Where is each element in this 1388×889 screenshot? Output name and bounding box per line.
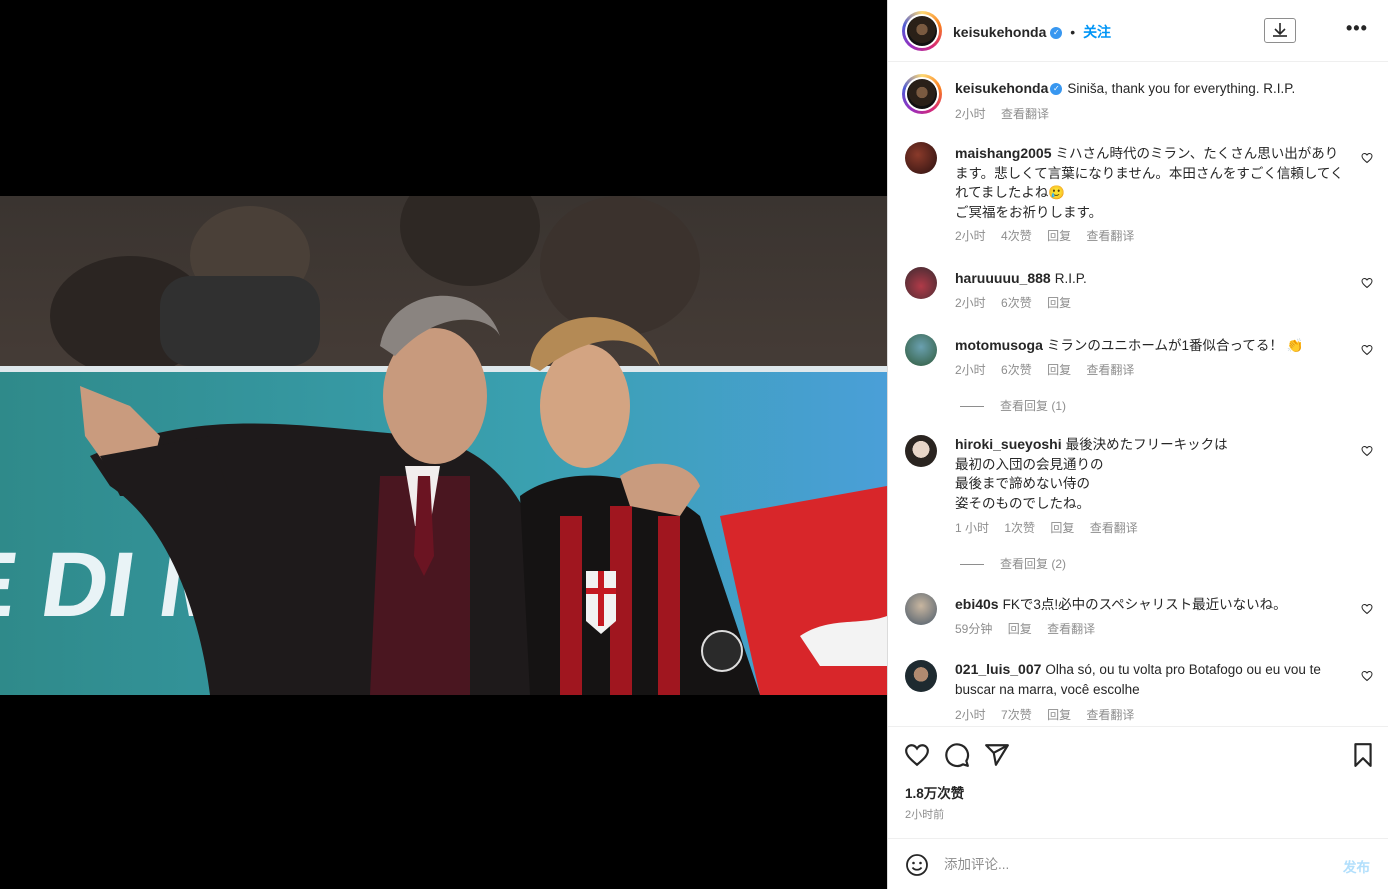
heart-icon[interactable] (1361, 344, 1373, 356)
post-header: keisukehonda ✓ • 关注 ••• (888, 0, 1388, 62)
comment-translate[interactable]: 查看翻译 (1086, 229, 1134, 243)
comment-avatar[interactable] (905, 660, 937, 692)
like-count[interactable]: 1.8万次赞 (905, 782, 964, 802)
comments-list[interactable]: keisukehonda ✓ Siniša, thank you for every… (888, 62, 1388, 726)
emoji-icon[interactable] (905, 853, 929, 877)
caption-translate[interactable]: 查看翻译 (1001, 107, 1049, 121)
comment-reply[interactable]: 回复 (1008, 622, 1032, 636)
comment-likes[interactable]: 1次赞 (1004, 521, 1035, 535)
comment-username[interactable]: motomusoga (955, 337, 1043, 353)
post-comment-button[interactable]: 发布 (1343, 856, 1370, 876)
heart-icon[interactable] (1361, 152, 1373, 164)
comment-time: 59分钟 (955, 622, 993, 636)
heart-icon[interactable] (1361, 445, 1373, 457)
caption-username[interactable]: keisukehonda (955, 80, 1048, 96)
verified-icon: ✓ (1050, 27, 1063, 40)
more-icon[interactable]: ••• (1346, 18, 1368, 39)
caption-avatar[interactable] (902, 74, 942, 114)
heart-icon[interactable] (1361, 670, 1373, 682)
bookmark-icon[interactable] (1350, 742, 1376, 768)
heart-icon[interactable] (1361, 277, 1373, 289)
comment-likes[interactable]: 7次赞 (1001, 708, 1032, 722)
comment-composer: 发布 (888, 838, 1388, 889)
comment-username[interactable]: ebi40s (955, 596, 999, 612)
post-actions: 1.8万次赞 2小时前 (888, 726, 1388, 838)
dot-separator: • (1070, 24, 1076, 40)
post-photo[interactable]: E DI MILAN (0, 196, 887, 695)
comment-translate[interactable]: 查看翻译 (1090, 521, 1138, 535)
comment-avatar[interactable] (905, 142, 937, 174)
heart-icon[interactable] (1361, 603, 1373, 615)
comment-likes[interactable]: 6次赞 (1001, 296, 1032, 310)
comment-reply[interactable]: 回复 (1047, 229, 1071, 243)
author-avatar[interactable] (902, 11, 942, 51)
comment-reply[interactable]: 回复 (1047, 708, 1071, 722)
caption-text: Siniša, thank you for everything. R.I.P. (1067, 81, 1296, 96)
post-photo-illustration: E DI MILAN (0, 196, 887, 695)
comment-time: 2小时 (955, 296, 986, 310)
caption-time: 2小时 (955, 107, 986, 121)
post-time: 2小时前 (905, 809, 945, 821)
comment-username[interactable]: 021_luis_007 (955, 661, 1041, 677)
comment-time: 1 小时 (955, 521, 990, 535)
comment-likes[interactable]: 6次赞 (1001, 363, 1032, 377)
post-media-area: E DI MILAN (0, 0, 887, 889)
comment-avatar[interactable] (905, 334, 937, 366)
author-username[interactable]: keisukehonda (953, 24, 1046, 40)
comment-reply[interactable]: 回复 (1047, 363, 1071, 377)
comment-username[interactable]: hiroki_sueyoshi (955, 436, 1062, 452)
comment-reply[interactable]: 回复 (1050, 521, 1074, 535)
comment-text: R.I.P. (1054, 271, 1087, 286)
comment-icon[interactable] (944, 742, 970, 768)
view-replies-button[interactable]: 查看回复 (1) (960, 397, 1066, 414)
comment-text: FKで3点!必中のスペシャリスト最近いないね。 (1002, 597, 1287, 612)
share-icon[interactable] (984, 742, 1010, 768)
verified-icon: ✓ (1050, 83, 1063, 96)
comment-translate[interactable]: 查看翻译 (1047, 622, 1095, 636)
comment-time: 2小时 (955, 229, 986, 243)
comment-avatar[interactable] (905, 435, 937, 467)
view-replies-button[interactable]: 查看回复 (2) (960, 555, 1066, 572)
comment-username[interactable]: maishang2005 (955, 145, 1052, 161)
comment-time: 2小时 (955, 363, 986, 377)
comment-avatar[interactable] (905, 593, 937, 625)
heart-icon[interactable] (904, 742, 930, 768)
comment-avatar[interactable] (905, 267, 937, 299)
comment-username[interactable]: haruuuuu_888 (955, 270, 1051, 286)
download-button[interactable] (1264, 18, 1296, 43)
comment-time: 2小时 (955, 708, 986, 722)
comment-text: ミランのユニホームが1番似合ってる！ 👏 (1046, 338, 1304, 353)
comment-translate[interactable]: 查看翻译 (1086, 363, 1134, 377)
follow-button[interactable]: 关注 (1083, 24, 1111, 40)
post-side-panel: keisukehonda ✓ • 关注 ••• keisukehonda ✓ Sini… (887, 0, 1388, 889)
comment-translate[interactable]: 查看翻译 (1086, 708, 1134, 722)
download-icon (1273, 23, 1287, 37)
comment-input[interactable] (944, 852, 1324, 876)
comment-reply[interactable]: 回复 (1047, 296, 1071, 310)
comment-likes[interactable]: 4次赞 (1001, 229, 1032, 243)
